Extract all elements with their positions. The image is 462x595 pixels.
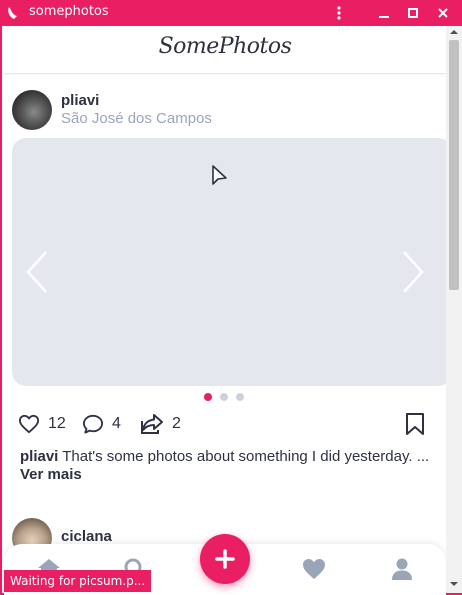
see-more-link[interactable]: Ver mais	[20, 466, 82, 483]
post-caption: pliavi That's some photos about somethin…	[20, 448, 430, 484]
post-header: pliavi São José dos Campos	[12, 90, 432, 132]
comments-count: 4	[112, 415, 121, 432]
scroll-down-icon[interactable]	[450, 580, 458, 588]
bookmark-icon[interactable]	[404, 412, 426, 436]
carousel-dot[interactable]	[204, 393, 212, 401]
profile-icon[interactable]	[389, 556, 415, 582]
mouse-cursor-icon	[212, 165, 227, 185]
share-button[interactable]: 2	[140, 410, 181, 438]
vertical-scrollbar[interactable]	[446, 26, 462, 593]
app-window: somephotos SomePhotos pliavi São José do…	[0, 0, 462, 595]
title-bar: somephotos	[2, 0, 462, 26]
comment-icon	[83, 414, 103, 434]
post-location[interactable]: São José dos Campos	[61, 110, 212, 127]
favorites-icon[interactable]	[301, 556, 327, 582]
menu-button[interactable]	[328, 3, 350, 23]
app-header: SomePhotos	[4, 26, 446, 74]
window-title: somephotos	[29, 4, 109, 19]
post-actions: 12 4 2	[18, 410, 438, 438]
minimize-button[interactable]	[373, 3, 395, 23]
carousel-indicator	[202, 392, 252, 402]
add-post-button[interactable]	[200, 534, 250, 584]
close-icon	[438, 8, 448, 18]
close-button[interactable]	[432, 3, 454, 23]
chevron-right-icon[interactable]	[400, 248, 428, 296]
scroll-up-icon[interactable]	[450, 28, 458, 36]
likes-count: 12	[48, 415, 66, 432]
loading-status: Waiting for picsum.p...	[4, 570, 152, 592]
post-username[interactable]: pliavi	[61, 92, 99, 109]
carousel-dot[interactable]	[220, 393, 228, 401]
shares-count: 2	[172, 415, 181, 432]
maximize-icon	[408, 8, 418, 18]
comment-button[interactable]: 4	[82, 410, 121, 438]
like-button[interactable]: 12	[18, 410, 66, 438]
scroll-thumb[interactable]	[449, 40, 459, 290]
caption-username[interactable]: pliavi	[20, 448, 58, 465]
caption-text: That's some photos about something I did…	[58, 448, 430, 465]
app-logo[interactable]: SomePhotos	[4, 34, 446, 59]
plus-icon	[215, 549, 235, 569]
chevron-left-icon[interactable]	[22, 248, 50, 296]
avatar[interactable]	[12, 90, 52, 130]
carousel-dot[interactable]	[236, 393, 244, 401]
menu-icon	[337, 6, 341, 20]
post-username[interactable]: ciclana	[61, 528, 112, 545]
heart-icon	[18, 414, 39, 434]
share-icon	[141, 414, 163, 434]
photo-carousel[interactable]	[12, 138, 452, 386]
maximize-button[interactable]	[402, 3, 424, 23]
app-icon	[8, 7, 17, 19]
minimize-icon	[379, 16, 389, 18]
